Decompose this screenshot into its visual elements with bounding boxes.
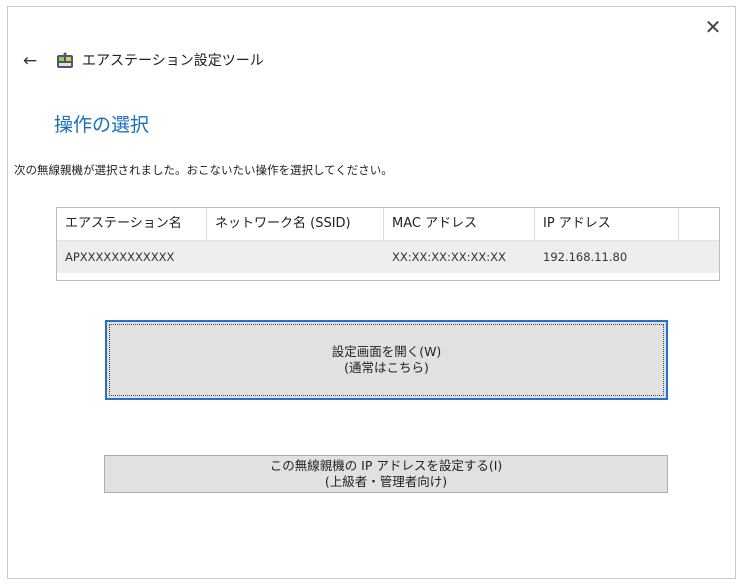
back-arrow-icon[interactable]: ← [23, 51, 37, 71]
set-ip-label: この無線親機の IP アドレスを設定する(I) [269, 458, 503, 473]
dialog-window: ✕ ← エアステーション設定ツール 操作の選択 次の無線親機が選択されました。お… [7, 6, 736, 579]
page-title: 操作の選択 [54, 114, 150, 136]
column-header-ssid[interactable]: ネットワーク名 (SSID) [207, 208, 384, 240]
cell-station-name: APXXXXXXXXXXXX [65, 250, 175, 264]
cell-ip: 192.168.11.80 [543, 250, 628, 264]
open-settings-sublabel: (通常はこちら) [344, 360, 429, 375]
cell-empty [679, 241, 719, 273]
column-header-empty [679, 208, 719, 240]
column-header-ip[interactable]: IP アドレス [535, 208, 679, 240]
table-row[interactable]: APXXXXXXXXXXXX XX:XX:XX:XX:XX:XX 192.168… [57, 241, 719, 273]
column-header-station-name[interactable]: エアステーション名 [57, 208, 207, 240]
table-header-row: エアステーション名 ネットワーク名 (SSID) MAC アドレス IP アドレ… [57, 208, 719, 241]
close-icon[interactable]: ✕ [705, 15, 722, 39]
column-header-mac[interactable]: MAC アドレス [384, 208, 535, 240]
air-station-icon [56, 52, 74, 70]
description-text: 次の無線親機が選択されました。おこないたい操作を選択してください。 [14, 163, 393, 177]
open-settings-button[interactable]: 設定画面を開く(W) (通常はこちら) [105, 320, 668, 400]
cell-ssid [207, 241, 384, 273]
set-ip-address-button[interactable]: この無線親機の IP アドレスを設定する(I) (上級者・管理者向け) [104, 455, 668, 493]
back-button[interactable]: ← [20, 51, 40, 71]
app-title: エアステーション設定ツール [82, 53, 264, 69]
open-settings-label: 設定画面を開く(W) [331, 344, 442, 359]
cell-mac: XX:XX:XX:XX:XX:XX [392, 250, 506, 264]
selected-device-table: エアステーション名 ネットワーク名 (SSID) MAC アドレス IP アドレ… [56, 207, 720, 281]
close-button[interactable]: ✕ [701, 15, 725, 39]
set-ip-sublabel: (上級者・管理者向け) [324, 474, 448, 489]
